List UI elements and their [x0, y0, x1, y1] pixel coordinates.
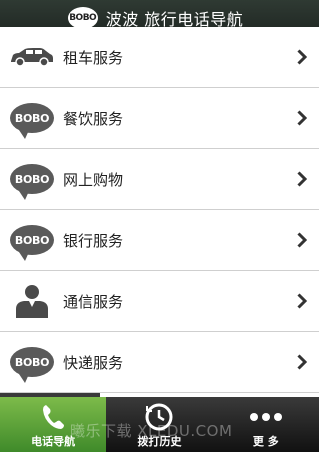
tab-call-history[interactable]: 拨打历史 [106, 397, 212, 452]
list-item-car-rental[interactable]: 租车服务 [0, 27, 319, 88]
chevron-right-icon [297, 354, 307, 370]
tab-label: 拨打历史 [137, 435, 182, 448]
tab-phone-navigation[interactable]: 电话导航 [0, 397, 107, 452]
phone-icon [40, 401, 66, 433]
tab-more[interactable]: 更 多 [213, 397, 319, 452]
list-item-banking[interactable]: BOBO 银行服务 [0, 210, 319, 271]
bobo-logo-icon: BOBO [67, 7, 98, 33]
clock-history-icon [144, 401, 174, 433]
chevron-right-icon [297, 232, 307, 248]
bobo-bubble-icon: BOBO [10, 225, 54, 261]
list-item-label: 银行服务 [63, 231, 124, 250]
chevron-right-icon [297, 49, 307, 65]
service-list: 租车服务 BOBO 餐饮服务 BOBO 网上购物 BOBO 银行服务 通信服务 … [0, 27, 319, 393]
list-item-label: 网上购物 [63, 170, 124, 189]
bobo-bubble-icon: BOBO [10, 103, 54, 139]
list-item-label: 餐饮服务 [63, 109, 124, 128]
list-item-online-shopping[interactable]: BOBO 网上购物 [0, 149, 319, 210]
bottom-tab-bar: 电话导航 拨打历史 更 多 [0, 397, 319, 452]
bobo-bubble-icon: BOBO [10, 347, 54, 383]
list-item-label: 租车服务 [63, 48, 124, 67]
list-item-label: 通信服务 [63, 292, 124, 311]
chevron-right-icon [297, 171, 307, 187]
chevron-right-icon [297, 110, 307, 126]
tab-label: 更 多 [252, 435, 279, 448]
list-item-label: 快递服务 [63, 353, 124, 372]
tab-label: 电话导航 [31, 435, 76, 448]
list-item-express-delivery[interactable]: BOBO 快递服务 [0, 332, 319, 393]
list-item-telecom[interactable]: 通信服务 [0, 271, 319, 332]
more-dots-icon [249, 401, 282, 433]
chevron-right-icon [297, 293, 307, 309]
list-item-dining[interactable]: BOBO 餐饮服务 [0, 88, 319, 149]
person-icon [0, 283, 64, 319]
bobo-bubble-icon: BOBO [10, 164, 54, 200]
car-icon [0, 46, 64, 68]
